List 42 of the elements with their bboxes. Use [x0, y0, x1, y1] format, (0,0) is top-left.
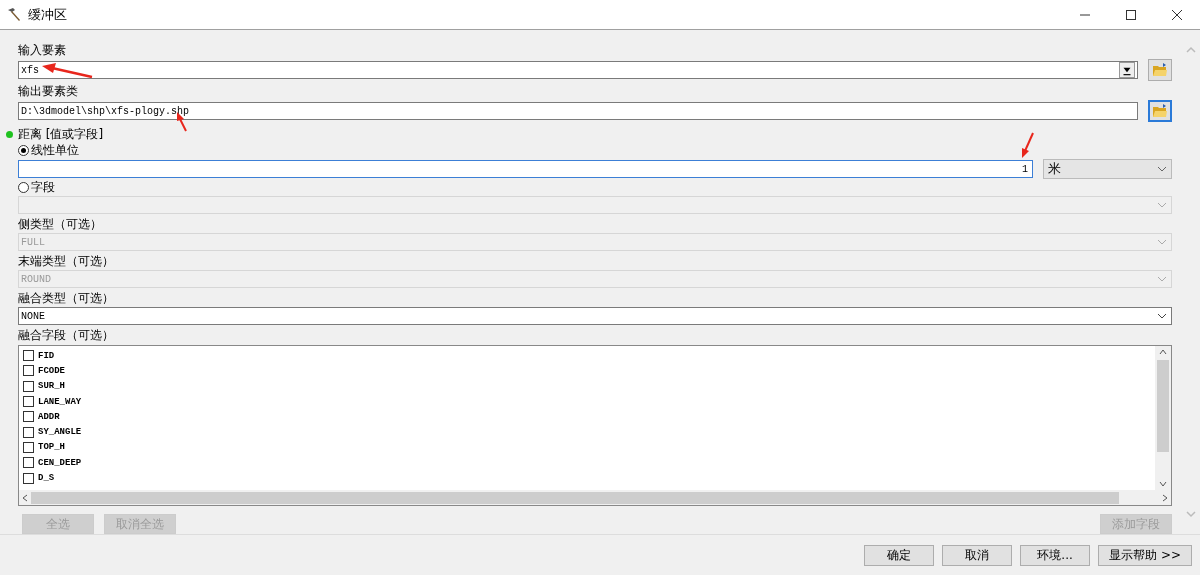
horizontal-scrollbar[interactable] [19, 490, 1171, 505]
dropdown-select[interactable]: NONE [18, 307, 1172, 325]
dialog-button[interactable]: 取消 [942, 544, 1013, 566]
status-dot-icon [6, 130, 13, 138]
radio-option[interactable]: 字段 [18, 179, 1172, 195]
field-checkbox[interactable]: LANE_WAY [23, 393, 1155, 410]
field-label: 融合字段（可选） [18, 327, 115, 343]
field-checkbox[interactable]: D_S [23, 470, 1155, 486]
field-checkbox[interactable]: FCODE [23, 363, 1155, 379]
field-checkbox[interactable]: FID [23, 348, 1155, 364]
field-label: 侧类型（可选） [18, 216, 103, 232]
close-icon[interactable] [1171, 8, 1183, 21]
output-path-field[interactable]: D:\3dmodel\shp\xfs-plogy.shp [18, 102, 1138, 120]
field-label: 距离 [值或字段] [18, 125, 104, 143]
hammer-icon [6, 6, 22, 23]
dialog-button[interactable]: 显示帮助 >> [1098, 544, 1192, 566]
field-label: 末端类型（可选） [18, 253, 115, 269]
field-checkbox[interactable]: SUR_H [23, 378, 1155, 394]
field-checkbox[interactable]: ADDR [23, 409, 1155, 425]
radio-option[interactable]: 线性单位 [18, 142, 1172, 158]
field-checkbox[interactable]: SY_ANGLE [23, 424, 1155, 440]
distance-field[interactable]: 1 [18, 160, 1033, 178]
dialog-button[interactable]: 环境... [1020, 544, 1091, 566]
unit-select[interactable]: 米 [1043, 159, 1172, 179]
field-checkbox[interactable]: TOP_H [23, 439, 1155, 456]
input-features-combo[interactable]: xfs [18, 61, 1138, 79]
browse-button[interactable] [1148, 100, 1172, 122]
annotation-arrow [1022, 132, 1034, 158]
field-select[interactable] [18, 196, 1172, 214]
window-title: 缓冲区 [28, 5, 67, 24]
folder-icon [1152, 62, 1168, 78]
field-label: 融合类型（可选） [18, 290, 115, 306]
dialog-button[interactable]: 确定 [864, 544, 935, 566]
field-label: 输入要素 [18, 42, 67, 58]
dropdown-icon[interactable] [1119, 62, 1135, 78]
annotation-arrow [42, 63, 93, 79]
vertical-scrollbar[interactable] [1155, 346, 1171, 490]
folder-icon [1152, 103, 1168, 119]
field-label: 输出要素类 [18, 83, 79, 99]
maximize-icon[interactable] [1125, 8, 1137, 21]
browse-button[interactable] [1148, 59, 1172, 81]
field-checkbox[interactable]: CEN_DEEP [23, 455, 1155, 471]
